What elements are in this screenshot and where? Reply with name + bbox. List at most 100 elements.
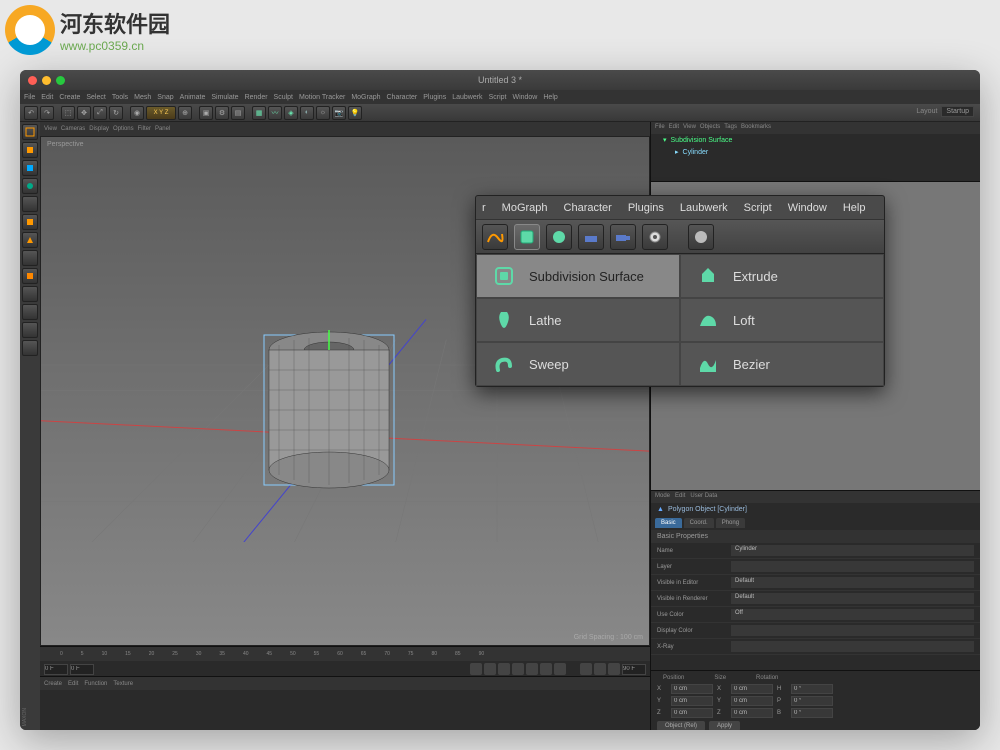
menu-tools[interactable]: Tools [112,94,128,101]
menu-character[interactable]: Character [387,94,418,101]
viewport-menu-options[interactable]: Options [113,126,134,132]
objects-menu-tags[interactable]: Tags [724,124,737,132]
menu-animate[interactable]: Animate [180,94,206,101]
materials-edit[interactable]: Edit [68,681,78,687]
viewport-menu-filter[interactable]: Filter [138,126,151,132]
render-settings-button[interactable]: ⚙ [215,106,229,120]
workplane-tool[interactable] [22,178,38,194]
close-window-button[interactable] [28,76,37,85]
popup-light-tool[interactable] [642,224,668,250]
undo-button[interactable]: ↶ [24,106,38,120]
timeline-current-input[interactable] [70,664,94,675]
workplane-mode-tool[interactable] [22,304,38,320]
camera-tool[interactable]: 📷 [332,106,346,120]
timeline-goto-start[interactable] [470,663,482,675]
object-tree-item[interactable]: ▸ Cylinder [651,146,980,158]
viewport-menu-view[interactable]: View [44,126,57,132]
primitive-tool[interactable]: ▦ [252,106,266,120]
scale-tool[interactable]: ⤢ [93,106,107,120]
timeline-next-frame[interactable] [526,663,538,675]
materials-create[interactable]: Create [44,681,62,687]
menu-snap[interactable]: Snap [157,94,173,101]
menu-create[interactable]: Create [59,94,80,101]
light-tool[interactable]: 💡 [348,106,362,120]
generator-tool[interactable]: ◈ [284,106,298,120]
deformer-tool[interactable]: ◐ [300,106,314,120]
popup-menu-laubwerk[interactable]: Laubwerk [680,202,728,214]
coord-rot-b[interactable] [791,708,833,718]
popup-extra-tool[interactable] [688,224,714,250]
spline-tool[interactable]: 〰 [268,106,282,120]
menu-help[interactable]: Help [543,94,557,101]
coord-size-y[interactable] [731,696,773,706]
menu-mesh[interactable]: Mesh [134,94,151,101]
snap-settings-tool[interactable] [22,286,38,302]
attr-xray[interactable] [731,641,974,652]
polygons-mode-tool[interactable] [22,232,38,248]
timeline-prev-key[interactable] [484,663,496,675]
axis-tool[interactable] [22,250,38,266]
rotate-tool[interactable]: ↻ [109,106,123,120]
objects-menu-view[interactable]: View [683,124,696,132]
materials-texture[interactable]: Texture [113,681,133,687]
coord-size-x[interactable] [731,684,773,694]
last-tool[interactable]: ◉ [130,106,144,120]
attr-tab-basic[interactable]: Basic [655,518,682,528]
popup-deformer-tool[interactable] [546,224,572,250]
timeline-keyframe-sel[interactable] [608,663,620,675]
attr-visible-editor[interactable]: Default [731,577,974,588]
attr-use-color[interactable]: Off [731,609,974,620]
render-view-button[interactable]: ▣ [199,106,213,120]
menu-motion-tracker[interactable]: Motion Tracker [299,94,345,101]
timeline-goto-end[interactable] [554,663,566,675]
texture-mode-tool[interactable] [22,160,38,176]
popup-menu-plugins[interactable]: Plugins [628,202,664,214]
picture-viewer-button[interactable]: ▤ [231,106,245,120]
popup-menu-character[interactable]: Character [564,202,612,214]
attr-menu-userdata[interactable]: User Data [690,493,717,501]
popup-item-lathe[interactable]: Lathe [476,298,680,342]
menu-simulate[interactable]: Simulate [211,94,238,101]
coord-rot-p[interactable] [791,696,833,706]
minimize-window-button[interactable] [42,76,51,85]
menu-edit[interactable]: Edit [41,94,53,101]
attr-tab-phong[interactable]: Phong [716,518,745,528]
edges-mode-tool[interactable] [22,214,38,230]
timeline-prev-frame[interactable] [498,663,510,675]
coord-pos-x[interactable] [671,684,713,694]
timeline-start-input[interactable] [44,664,68,675]
menu-sculpt[interactable]: Sculpt [274,94,293,101]
timeline-ruler[interactable]: 0 5 10 15 20 25 30 35 40 45 50 55 60 65 … [40,647,650,661]
menu-mograph[interactable]: MoGraph [351,94,380,101]
popup-item-extrude[interactable]: Extrude [680,254,884,298]
make-editable-tool[interactable] [22,124,38,140]
planar-workplane-tool[interactable] [22,340,38,356]
menu-render[interactable]: Render [245,94,268,101]
coord-size-z[interactable] [731,708,773,718]
maximize-window-button[interactable] [56,76,65,85]
coord-pos-z[interactable] [671,708,713,718]
xyz-lock[interactable]: X Y Z [146,106,176,120]
attr-display-color[interactable] [731,625,974,636]
menu-file[interactable]: File [24,94,35,101]
objects-menu-edit[interactable]: Edit [669,124,679,132]
popup-environment-tool[interactable] [578,224,604,250]
popup-menu-script[interactable]: Script [744,202,772,214]
timeline-play[interactable] [512,663,524,675]
live-select-tool[interactable]: ⬚ [61,106,75,120]
coords-mode-button[interactable]: Object (Rel) [657,721,705,730]
coords-apply-button[interactable]: Apply [709,721,740,730]
timeline-next-key[interactable] [540,663,552,675]
viewport-menu-display[interactable]: Display [89,126,109,132]
menu-plugins[interactable]: Plugins [423,94,446,101]
snap-enable-tool[interactable] [22,268,38,284]
attr-layer-input[interactable] [731,561,974,572]
popup-item-bezier[interactable]: Bezier [680,342,884,386]
menu-laubwerk[interactable]: Laubwerk [452,94,482,101]
viewport-menu-cameras[interactable]: Cameras [61,126,85,132]
materials-function[interactable]: Function [84,681,107,687]
coord-system[interactable]: ⊕ [178,106,192,120]
viewport-menu-panel[interactable]: Panel [155,126,170,132]
popup-item-sweep[interactable]: Sweep [476,342,680,386]
timeline-record[interactable] [580,663,592,675]
